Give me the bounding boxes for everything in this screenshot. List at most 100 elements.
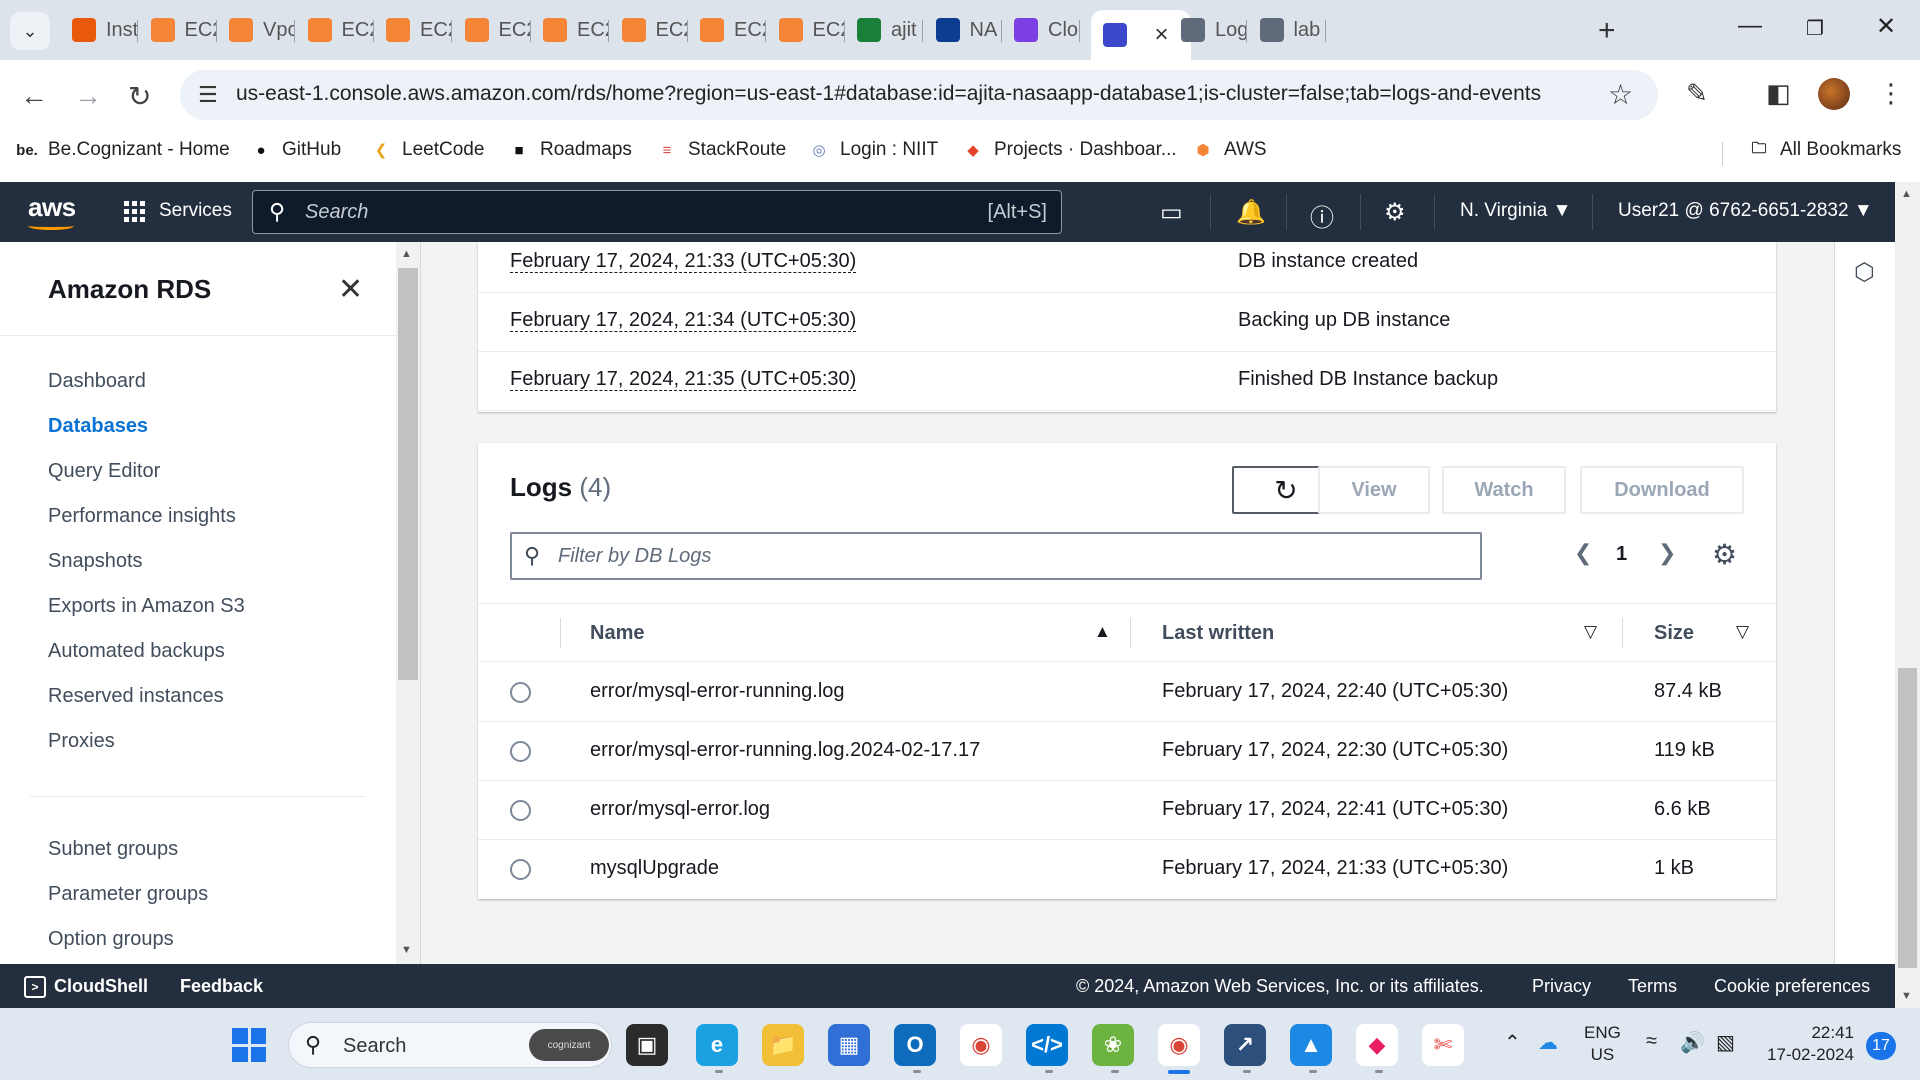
browser-tab[interactable]: Inst <box>60 10 138 50</box>
browser-tab[interactable]: EC2 <box>453 10 531 50</box>
system-clock[interactable]: 22:41 17-02-2024 <box>1764 1022 1854 1066</box>
sidebar-item[interactable]: Dashboard <box>48 370 146 393</box>
minimize-icon[interactable]: — <box>1738 12 1762 40</box>
browser-tab[interactable]: EC2 <box>688 10 766 50</box>
tab-search-chevron-down-icon[interactable]: ⌄ <box>10 12 50 50</box>
sort-ascending-icon[interactable]: ▲ <box>1094 622 1111 642</box>
windows-start-icon[interactable] <box>232 1028 266 1062</box>
close-tab-icon[interactable]: × <box>1155 21 1169 49</box>
aws-logo[interactable]: aws <box>28 192 76 223</box>
browser-tab[interactable]: EC2 <box>531 10 609 50</box>
bookmark-item[interactable]: ◎ Login : NIIT <box>808 139 938 161</box>
feedback-link[interactable]: Feedback <box>180 976 263 997</box>
colorful-app-icon[interactable]: ◆ <box>1356 1024 1398 1066</box>
extensions-puzzle-icon[interactable]: ✎ <box>1686 78 1708 109</box>
scroll-up-arrow-icon[interactable]: ▲ <box>1901 188 1912 200</box>
browser-tab[interactable]: EC2 <box>139 10 217 50</box>
sort-icon[interactable]: ▽ <box>1584 622 1597 642</box>
cloudshell-icon[interactable]: ▭ <box>1160 198 1183 227</box>
sidebar-item[interactable]: Exports in Amazon S3 <box>48 595 245 618</box>
bookmark-item[interactable]: ● GitHub <box>250 139 341 161</box>
side-panel-icon[interactable]: ◧ <box>1766 78 1791 109</box>
bookmark-item[interactable]: ⬢ AWS <box>1192 139 1266 161</box>
reload-icon[interactable]: ↻ <box>128 80 151 113</box>
download-button[interactable]: Download <box>1580 466 1744 514</box>
view-button[interactable]: View <box>1318 466 1430 514</box>
site-settings-icon[interactable]: ☰ <box>198 82 218 108</box>
page-scroll-thumb[interactable] <box>1898 668 1917 968</box>
edge-browser-icon[interactable]: e <box>696 1024 738 1066</box>
row-select-radio[interactable] <box>510 741 531 762</box>
previous-page-icon[interactable]: ❮ <box>1574 540 1592 566</box>
sidebar-item[interactable]: Performance insights <box>48 505 236 528</box>
browser-tab[interactable]: EC2 <box>296 10 374 50</box>
volume-icon[interactable]: 🔊 <box>1680 1030 1705 1055</box>
services-menu[interactable]: Services <box>124 200 232 222</box>
browser-tab[interactable]: ajit <box>845 10 923 50</box>
outlook-icon[interactable]: O <box>894 1024 936 1066</box>
snipping-tool-icon[interactable]: ✄ <box>1422 1024 1464 1066</box>
ssh-client-icon[interactable]: ↗ <box>1224 1024 1266 1066</box>
back-arrow-icon[interactable]: ← <box>20 80 48 112</box>
bookmark-item[interactable]: ■ Roadmaps <box>508 139 631 161</box>
browser-tab[interactable]: EC2 <box>374 10 452 50</box>
bookmark-item[interactable]: ◆ Projects · Dashboar... <box>962 139 1176 161</box>
cookie-preferences-link[interactable]: Cookie preferences <box>1714 976 1870 997</box>
browser-tab[interactable]: lab <box>1248 10 1326 50</box>
page-number[interactable]: 1 <box>1616 543 1627 566</box>
row-select-radio[interactable] <box>510 859 531 880</box>
chrome-icon[interactable]: ◉ <box>960 1024 1002 1066</box>
notifications-bell-icon[interactable]: 🔔 <box>1236 198 1266 227</box>
chrome-profile-icon[interactable]: ◉ <box>1158 1024 1200 1066</box>
event-time[interactable]: February 17, 2024, 21:35 (UTC+05:30) <box>510 368 857 391</box>
language-indicator[interactable]: ENG US <box>1584 1022 1621 1066</box>
sidebar-item[interactable]: Option groups <box>48 928 174 951</box>
close-sidebar-icon[interactable]: ✕ <box>338 272 363 307</box>
table-row[interactable]: error/mysql-error-running.log February 17… <box>478 663 1776 722</box>
scroll-down-arrow-icon[interactable]: ▼ <box>401 944 412 956</box>
taskbar-search[interactable]: ⚲ Search cognizant <box>288 1022 612 1068</box>
browser-tab[interactable]: Vpc <box>217 10 295 50</box>
browser-tab[interactable]: NA <box>924 10 1002 50</box>
privacy-link[interactable]: Privacy <box>1532 976 1591 997</box>
forward-arrow-icon[interactable]: → <box>74 80 102 112</box>
aws-search-input[interactable]: ⚲ Search [Alt+S] <box>252 190 1062 234</box>
cloudshell-link[interactable]: > CloudShell <box>24 976 148 999</box>
sidebar-item[interactable]: Subnet groups <box>48 838 178 861</box>
column-name[interactable]: Name <box>590 622 644 645</box>
table-row[interactable]: error/mysql-error-running.log.2024-02-17… <box>478 722 1776 781</box>
wifi-icon[interactable]: ≈ <box>1646 1030 1657 1053</box>
bookmark-item[interactable]: ❮ LeetCode <box>370 139 485 161</box>
task-view-icon[interactable]: ▣ <box>626 1024 668 1066</box>
row-select-radio[interactable] <box>510 800 531 821</box>
scroll-up-arrow-icon[interactable]: ▲ <box>401 248 412 260</box>
terms-link[interactable]: Terms <box>1628 976 1677 997</box>
vscode-icon[interactable]: </> <box>1026 1024 1068 1066</box>
table-row[interactable]: mysqlUpgrade February 17, 2024, 21:33 (UT… <box>478 840 1776 899</box>
info-panel-hexagon-icon[interactable]: ⬡ <box>1854 258 1875 287</box>
spring-tools-icon[interactable]: ❀ <box>1092 1024 1134 1066</box>
sidebar-item[interactable]: Reserved instances <box>48 685 224 708</box>
table-row[interactable]: error/mysql-error.log February 17, 2024, … <box>478 781 1776 840</box>
sidebar-item[interactable]: Query Editor <box>48 460 160 483</box>
sidebar-item[interactable]: Databases <box>48 415 148 438</box>
bookmark-item[interactable]: be. Be.Cognizant - Home <box>16 139 230 161</box>
sidebar-item[interactable]: Parameter groups <box>48 883 208 906</box>
sidebar-item[interactable]: Snapshots <box>48 550 143 573</box>
bookmark-star-icon[interactable]: ☆ <box>1608 78 1633 111</box>
watch-button[interactable]: Watch <box>1442 466 1566 514</box>
notification-badge[interactable]: 17 <box>1866 1032 1896 1060</box>
browser-tab[interactable]: EC2 <box>610 10 688 50</box>
next-page-icon[interactable]: ❯ <box>1658 540 1676 566</box>
account-menu[interactable]: User21 @ 6762-6651-2832 ▼ <box>1618 200 1873 222</box>
filter-db-logs-input[interactable]: ⚲ Filter by DB Logs <box>510 532 1482 580</box>
onedrive-cloud-icon[interactable]: ☁ <box>1538 1030 1558 1055</box>
scroll-down-arrow-icon[interactable]: ▼ <box>1901 990 1912 1002</box>
bookmark-item[interactable]: ≡ StackRoute <box>656 139 787 161</box>
settings-gear-icon[interactable]: ⚙ <box>1384 198 1406 227</box>
sidebar-item[interactable]: Automated backups <box>48 640 225 663</box>
column-last-written[interactable]: Last written <box>1162 622 1274 645</box>
sidebar-item[interactable]: Proxies <box>48 730 115 753</box>
microsoft-store-icon[interactable]: ▦ <box>828 1024 870 1066</box>
file-explorer-icon[interactable]: 📁 <box>762 1024 804 1066</box>
